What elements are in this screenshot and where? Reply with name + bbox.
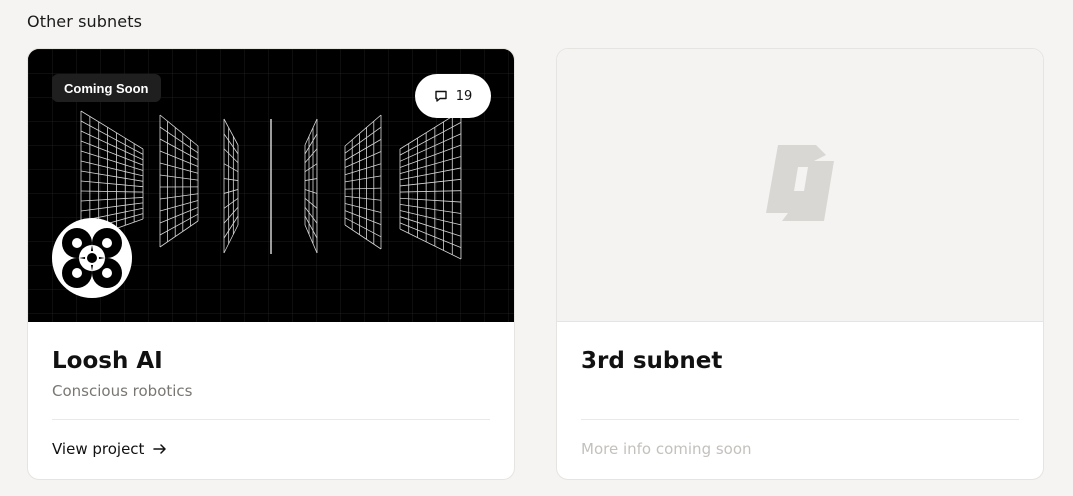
card-title: Loosh AI <box>52 348 163 374</box>
card-hero-image: Coming Soon 19 <box>28 49 514 322</box>
card-title: 3rd subnet <box>581 348 723 374</box>
comment-count: 19 <box>455 88 473 104</box>
comment-icon <box>434 89 448 103</box>
view-project-link[interactable]: View project <box>52 440 167 458</box>
section-title: Other subnets <box>27 12 143 31</box>
loosh-logo <box>52 218 132 298</box>
subnet-card-3rd: 3rd subnet More info coming soon <box>556 48 1044 480</box>
bittensor-placeholder-logo <box>758 141 842 229</box>
more-info-text: More info coming soon <box>581 440 752 458</box>
arrow-right-icon <box>153 440 167 458</box>
card-subtitle: Conscious robotics <box>52 382 193 400</box>
view-project-label: View project <box>52 440 145 458</box>
subnet-card-loosh[interactable]: Coming Soon 19 Loosh AI Conscious roboti… <box>27 48 515 480</box>
comments-button[interactable]: 19 <box>415 74 491 118</box>
card-hero-placeholder <box>557 49 1043 322</box>
coming-soon-badge: Coming Soon <box>52 74 161 102</box>
divider <box>52 419 490 420</box>
divider <box>581 419 1019 420</box>
